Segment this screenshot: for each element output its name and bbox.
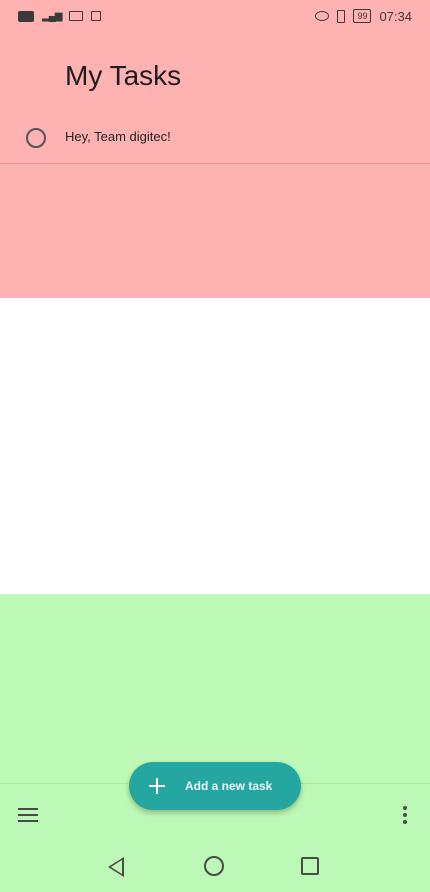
back-icon[interactable] xyxy=(108,857,124,877)
task-row[interactable]: Hey, Team digitec! xyxy=(0,120,430,164)
cast-icon xyxy=(91,11,102,21)
battery-icon: 99 xyxy=(353,9,372,23)
status-time: 07:34 xyxy=(379,8,412,24)
menu-icon[interactable] xyxy=(18,808,38,822)
laptop-icon xyxy=(69,11,84,21)
nfc-icon xyxy=(18,10,34,22)
add-task-button[interactable]: Add a new task xyxy=(129,762,301,810)
home-icon[interactable] xyxy=(204,856,224,876)
plus-icon xyxy=(149,778,165,794)
task-complete-checkbox[interactable] xyxy=(26,128,46,148)
status-right: 99 07:34 xyxy=(315,9,412,24)
recents-icon[interactable] xyxy=(301,857,319,875)
vibrate-icon xyxy=(337,9,346,23)
battery-level: 99 xyxy=(357,10,368,21)
page-title: My Tasks xyxy=(65,60,182,91)
bottom-highlight-region xyxy=(0,594,430,892)
more-vert-icon[interactable] xyxy=(401,806,409,824)
eye-icon xyxy=(315,11,330,21)
add-task-label: Add a new task xyxy=(185,779,273,793)
task-title[interactable]: Hey, Team digitec! xyxy=(65,129,171,144)
status-bar: ▂▄▆ 99 07:34 xyxy=(0,0,430,32)
status-left: ▂▄▆ xyxy=(18,10,102,22)
signal-icon: ▂▄▆ xyxy=(42,10,62,22)
